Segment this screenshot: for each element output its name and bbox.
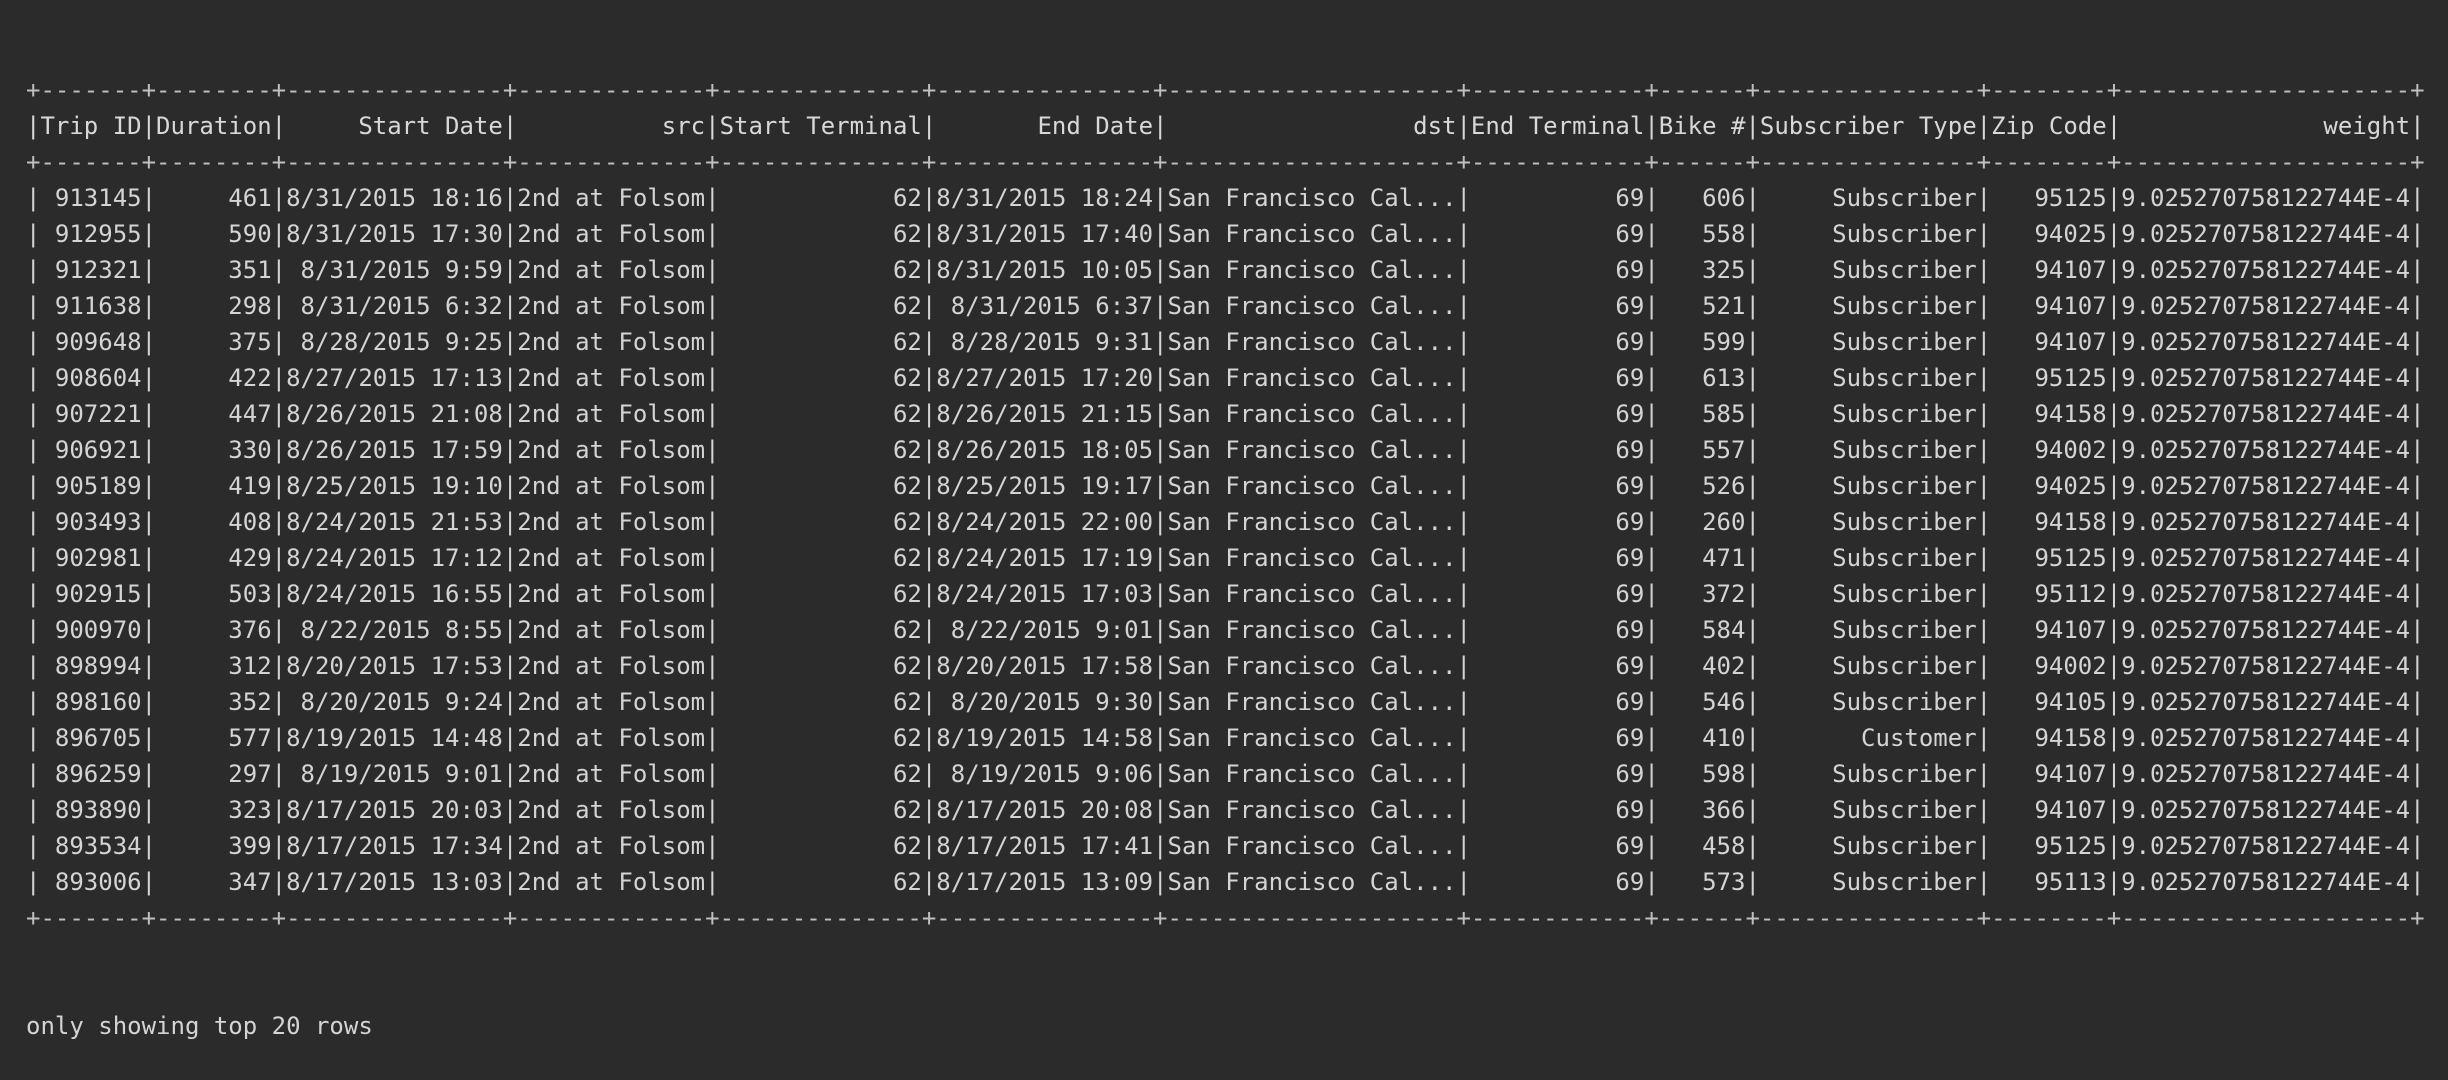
table-row: | 911638| 298| 8/31/2015 6:32|2nd at Fol… <box>26 292 2425 320</box>
table-row: | 908604| 422|8/27/2015 17:13|2nd at Fol… <box>26 364 2425 392</box>
table-row: | 902981| 429|8/24/2015 17:12|2nd at Fol… <box>26 544 2425 572</box>
table-row: | 913145| 461|8/31/2015 18:16|2nd at Fol… <box>26 184 2425 212</box>
table-row: | 903493| 408|8/24/2015 21:53|2nd at Fol… <box>26 508 2425 536</box>
table-border-bottom: +-------+--------+---------------+------… <box>26 904 2425 932</box>
table-row: | 893890| 323|8/17/2015 20:03|2nd at Fol… <box>26 796 2425 824</box>
table-row: | 898160| 352| 8/20/2015 9:24|2nd at Fol… <box>26 688 2425 716</box>
table-row: | 900970| 376| 8/22/2015 8:55|2nd at Fol… <box>26 616 2425 644</box>
table-row: | 902915| 503|8/24/2015 16:55|2nd at Fol… <box>26 580 2425 608</box>
table-row: | 896705| 577|8/19/2015 14:48|2nd at Fol… <box>26 724 2425 752</box>
table-row: | 896259| 297| 8/19/2015 9:01|2nd at Fol… <box>26 760 2425 788</box>
console-output: +-------+--------+---------------+------… <box>26 0 2426 1080</box>
footer-message: only showing top 20 rows <box>26 1012 373 1040</box>
table-row: | 912321| 351| 8/31/2015 9:59|2nd at Fol… <box>26 256 2425 284</box>
table-row: | 907221| 447|8/26/2015 21:08|2nd at Fol… <box>26 400 2425 428</box>
data-table: +-------+--------+---------------+------… <box>26 72 2426 936</box>
table-row: | 893534| 399|8/17/2015 17:34|2nd at Fol… <box>26 832 2425 860</box>
table-header-row: |Trip ID|Duration| Start Date| src|Start… <box>26 112 2425 140</box>
table-header-separator: +-------+--------+---------------+------… <box>26 148 2425 176</box>
table-border-top: +-------+--------+---------------+------… <box>26 76 2425 104</box>
table-row: | 898994| 312|8/20/2015 17:53|2nd at Fol… <box>26 652 2425 680</box>
table-row: | 905189| 419|8/25/2015 19:10|2nd at Fol… <box>26 472 2425 500</box>
table-row: | 912955| 590|8/31/2015 17:30|2nd at Fol… <box>26 220 2425 248</box>
table-row: | 893006| 347|8/17/2015 13:03|2nd at Fol… <box>26 868 2425 896</box>
table-row: | 909648| 375| 8/28/2015 9:25|2nd at Fol… <box>26 328 2425 356</box>
table-row: | 906921| 330|8/26/2015 17:59|2nd at Fol… <box>26 436 2425 464</box>
